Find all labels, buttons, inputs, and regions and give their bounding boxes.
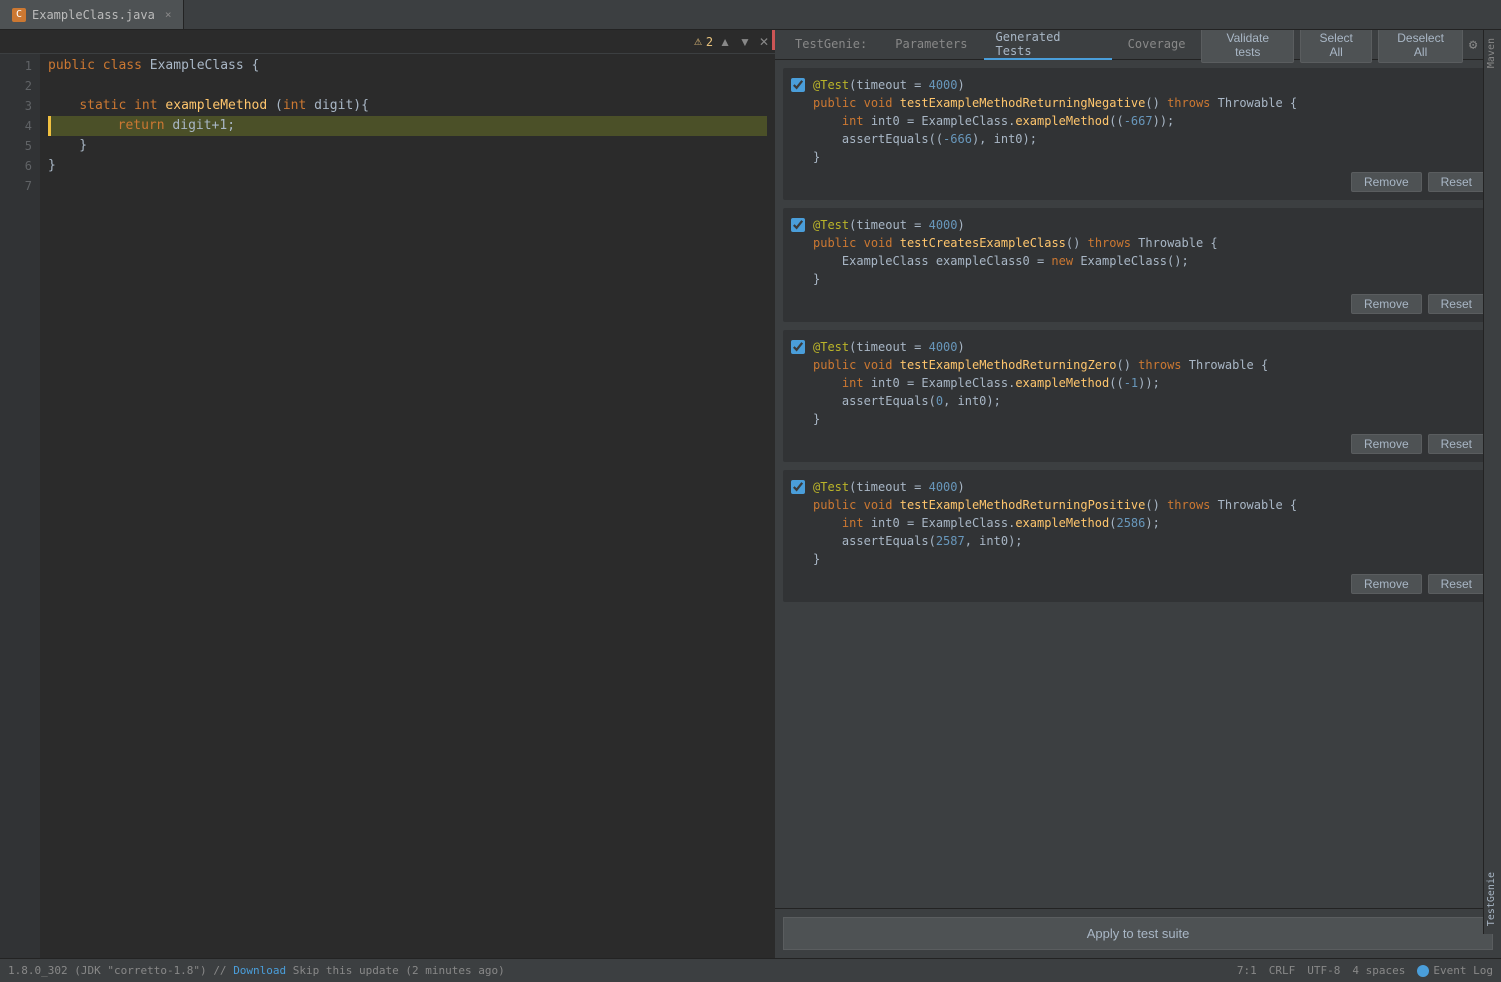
code-line-3: static int exampleMethod (int digit){ [48,96,767,116]
cursor-position: 7:1 [1237,964,1257,977]
test-1-remove-button[interactable]: Remove [1351,172,1422,192]
line-num-2: 2 [0,76,32,96]
tab-parameters[interactable]: Parameters [883,30,979,60]
test-4-reset-button[interactable]: Reset [1428,574,1485,594]
tab-bar: C ExampleClass.java × [0,0,1501,30]
code-line-7 [48,176,767,196]
test-card-4-header: @Test(timeout = 4000) public void testEx… [791,478,1485,568]
code-line-1: public class ExampleClass { [48,56,767,76]
tab-filename: ExampleClass.java [32,8,155,22]
indent-setting[interactable]: 4 spaces [1352,964,1405,977]
main-area: ⚠ 2 ▲ ▼ ✕ ▼ 1 2 ▼ 3 4 5 6 7 [0,30,1501,958]
warning-next-button[interactable]: ▼ [737,35,753,49]
line-num-1: ▼ 1 [0,56,32,76]
test-4-checkbox[interactable] [791,480,805,494]
encoding[interactable]: UTF-8 [1307,964,1340,977]
test-card-2: @Test(timeout = 4000) public void testCr… [783,208,1493,322]
tests-area[interactable]: @Test(timeout = 4000) public void testEx… [775,60,1501,908]
side-tab-testgenie[interactable]: TestGenie [1484,864,1501,934]
highlight-marker [48,116,51,136]
test-card-1-header: @Test(timeout = 4000) public void testEx… [791,76,1485,166]
line-num-5: 5 [0,136,32,156]
skip-update[interactable]: Skip this update (2 minutes ago) [293,964,505,977]
java-file-icon: C [12,8,26,22]
validate-tests-button[interactable]: Validate tests [1201,30,1294,63]
test-card-1: @Test(timeout = 4000) public void testEx… [783,68,1493,200]
code-area: ▼ 1 2 ▼ 3 4 5 6 7 public class ExampleCl… [0,54,775,958]
download-link[interactable]: Download [233,964,286,977]
code-line-2 [48,76,767,96]
line-num-4: 4 [0,116,32,136]
code-content[interactable]: public class ExampleClass { static int e… [40,54,775,958]
test-1-checkbox[interactable] [791,78,805,92]
test-1-reset-button[interactable]: Reset [1428,172,1485,192]
generated-tests-label: Generated Tests [996,30,1100,58]
test-card-3: @Test(timeout = 4000) public void testEx… [783,330,1493,462]
event-log-label: Event Log [1433,964,1493,977]
line-num-3: ▼ 3 [0,96,32,116]
test-card-3-header: @Test(timeout = 4000) public void testEx… [791,338,1485,428]
test-3-checkbox[interactable] [791,340,805,354]
test-4-remove-button[interactable]: Remove [1351,574,1422,594]
test-2-reset-button[interactable]: Reset [1428,294,1485,314]
file-tab[interactable]: C ExampleClass.java × [0,0,184,29]
test-3-code: @Test(timeout = 4000) public void testEx… [813,338,1485,428]
line-num-6: 6 [0,156,32,176]
tab-testgenie[interactable]: TestGenie: [783,30,879,60]
warning-indicator: ⚠ 2 [694,34,713,49]
apply-to-test-suite-button[interactable]: Apply to test suite [783,917,1493,950]
test-3-actions: Remove Reset [791,434,1485,454]
test-2-remove-button[interactable]: Remove [1351,294,1422,314]
status-right: 7:1 CRLF UTF-8 4 spaces Event Log [1237,964,1493,977]
status-bar: 1.8.0_302 (JDK "corretto-1.8") // Downlo… [0,958,1501,982]
line-ending[interactable]: CRLF [1269,964,1296,977]
tab-coverage[interactable]: Coverage [1116,30,1198,60]
test-1-actions: Remove Reset [791,172,1485,192]
tab-close-icon[interactable]: × [165,8,172,21]
settings-icon[interactable]: ⚙ [1469,37,1477,53]
coverage-label: Coverage [1128,37,1186,51]
test-4-actions: Remove Reset [791,574,1485,594]
line-numbers: ▼ 1 2 ▼ 3 4 5 6 7 [0,54,40,958]
warning-icon: ⚠ [694,34,702,49]
sdk-info: 1.8.0_302 (JDK "corretto-1.8") // Downlo… [8,964,505,977]
parameters-label: Parameters [895,37,967,51]
testgenie-label: TestGenie: [795,37,867,51]
warning-count: 2 [706,35,713,49]
testgenie-nav: TestGenie: Parameters Generated Tests Co… [775,30,1501,60]
status-left: 1.8.0_302 (JDK "corretto-1.8") // Downlo… [8,964,1229,977]
test-card-2-header: @Test(timeout = 4000) public void testCr… [791,216,1485,288]
test-2-actions: Remove Reset [791,294,1485,314]
warning-close-button[interactable]: ✕ [757,35,771,49]
test-card-4: @Test(timeout = 4000) public void testEx… [783,470,1493,602]
event-log-icon [1417,965,1429,977]
tab-generated-tests[interactable]: Generated Tests [984,30,1112,60]
event-log-area[interactable]: Event Log [1417,964,1493,977]
testgenie-actions: Validate tests Select All Deselect All ⚙… [1201,30,1493,63]
code-line-6: } [48,156,767,176]
apply-area: Apply to test suite [775,908,1501,958]
side-tabs: Maven TestGenie [1483,30,1501,934]
sdk-label: 1.8.0_302 (JDK "corretto-1.8") [8,964,207,977]
code-line-5: } [48,136,767,156]
test-4-code: @Test(timeout = 4000) public void testEx… [813,478,1485,568]
separator: // [213,964,233,977]
side-tab-maven[interactable]: Maven [1484,30,1501,76]
editor-panel: ⚠ 2 ▲ ▼ ✕ ▼ 1 2 ▼ 3 4 5 6 7 [0,30,775,958]
test-2-checkbox[interactable] [791,218,805,232]
line-num-7: 7 [0,176,32,196]
code-line-4: return digit+1; [48,116,767,136]
test-3-reset-button[interactable]: Reset [1428,434,1485,454]
right-panel: TestGenie: Parameters Generated Tests Co… [775,30,1501,958]
test-1-code: @Test(timeout = 4000) public void testEx… [813,76,1485,166]
warning-prev-button[interactable]: ▲ [717,35,733,49]
test-2-code: @Test(timeout = 4000) public void testCr… [813,216,1485,288]
editor-toolbar: ⚠ 2 ▲ ▼ ✕ [0,30,775,54]
test-3-remove-button[interactable]: Remove [1351,434,1422,454]
deselect-all-button[interactable]: Deselect All [1378,30,1463,63]
select-all-button[interactable]: Select All [1300,30,1372,63]
